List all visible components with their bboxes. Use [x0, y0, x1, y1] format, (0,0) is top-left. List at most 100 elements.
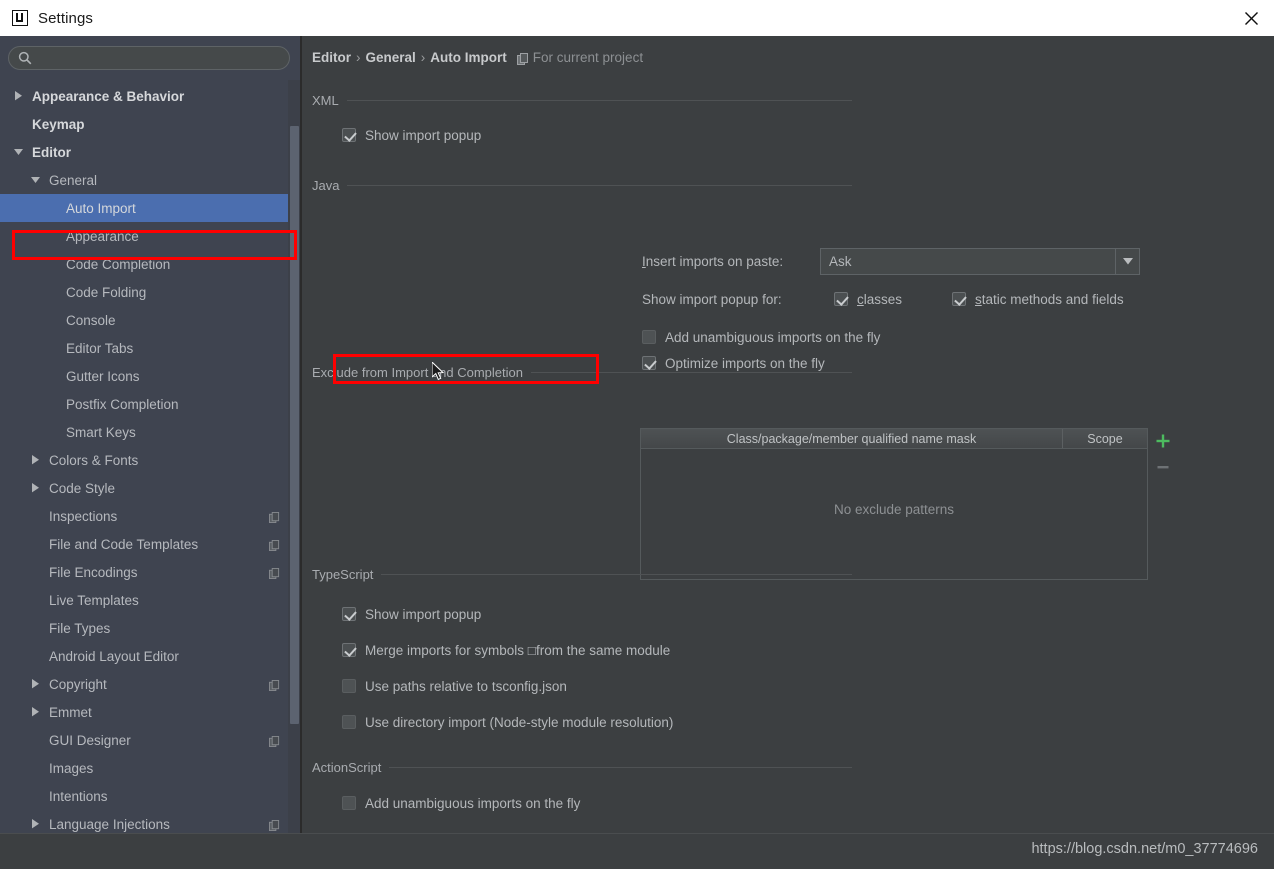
ts-merge-imports-checkbox[interactable] — [342, 643, 356, 657]
chevron-right-icon[interactable] — [31, 819, 41, 829]
sidebar-item-gui-designer[interactable]: GUI Designer — [0, 726, 294, 754]
window-title: Settings — [38, 9, 93, 27]
java-popup-static-row[interactable]: static methods and fields — [952, 288, 1124, 310]
chevron-right-icon[interactable] — [31, 679, 41, 689]
sidebar-item-inspections[interactable]: Inspections — [0, 502, 294, 530]
breadcrumb-item-editor[interactable]: Editor — [312, 50, 351, 65]
ts-directory-import-row[interactable]: Use directory import (Node-style module … — [342, 704, 852, 740]
sidebar-item-code-completion[interactable]: Code Completion — [0, 250, 294, 278]
column-header-scope[interactable]: Scope — [1063, 429, 1147, 448]
sidebar-item-file-types[interactable]: File Types — [0, 614, 294, 642]
sidebar-item-live-templates[interactable]: Live Templates — [0, 586, 294, 614]
as-add-unambiguous-checkbox[interactable] — [342, 796, 356, 810]
sidebar-item-android-layout-editor[interactable]: Android Layout Editor — [0, 642, 294, 670]
sidebar-item-editor-tabs[interactable]: Editor Tabs — [0, 334, 294, 362]
search-input[interactable] — [8, 46, 290, 70]
footer-bar: https://blog.csdn.net/m0_37774696 — [0, 833, 1274, 869]
sidebar-item-console[interactable]: Console — [0, 306, 294, 334]
minus-icon[interactable] — [1152, 456, 1174, 478]
watermark-text: https://blog.csdn.net/m0_37774696 — [1031, 841, 1258, 857]
sidebar-item-code-folding[interactable]: Code Folding — [0, 278, 294, 306]
java-add-unambiguous-checkbox[interactable] — [642, 330, 656, 344]
sidebar-item-emmet[interactable]: Emmet — [0, 698, 294, 726]
sidebar-item-label: Live Templates — [49, 592, 139, 608]
search-box[interactable] — [8, 46, 290, 70]
section-exclude-header: Exclude from Import and Completion — [312, 364, 852, 380]
sidebar-item-label: Editor Tabs — [66, 340, 134, 356]
sidebar-item-copyright[interactable]: Copyright — [0, 670, 294, 698]
ts-paths-relative-checkbox[interactable] — [342, 679, 356, 693]
mnemonic-letter: c — [857, 291, 864, 307]
close-icon[interactable] — [1228, 0, 1274, 36]
section-exclude-title: Exclude from Import and Completion — [312, 364, 523, 380]
sidebar-item-auto-import[interactable]: Auto Import — [0, 194, 294, 222]
ts-merge-imports-label: Merge imports for symbols □from the same… — [365, 642, 671, 658]
sidebar-item-gutter-icons[interactable]: Gutter Icons — [0, 362, 294, 390]
section-xml-options: Show import popup — [342, 124, 852, 146]
ts-directory-import-checkbox[interactable] — [342, 715, 356, 729]
copy-project-scope-icon — [269, 679, 280, 691]
xml-show-import-popup-checkbox[interactable] — [342, 128, 356, 142]
sidebar-item-label: Editor — [32, 144, 71, 160]
ts-show-import-popup-row[interactable]: Show import popup — [342, 596, 852, 632]
table-body: No exclude patterns — [641, 449, 1147, 579]
insert-imports-on-paste-select[interactable]: Ask — [820, 248, 1140, 275]
java-popup-static-checkbox[interactable] — [952, 292, 966, 306]
java-popup-classes-row[interactable]: classes — [834, 288, 952, 310]
breadcrumb-item-general[interactable]: General — [366, 50, 416, 65]
sidebar-item-label: Keymap — [32, 116, 85, 132]
java-add-unambiguous-row[interactable]: Add unambiguous imports on the fly — [642, 324, 880, 350]
sidebar-item-file-and-code-templates[interactable]: File and Code Templates — [0, 530, 294, 558]
sidebar-item-general[interactable]: General — [0, 166, 294, 194]
sidebar-item-colors-fonts[interactable]: Colors & Fonts — [0, 446, 294, 474]
insert-imports-on-paste-label: Insert imports on paste: — [642, 254, 820, 269]
ts-merge-imports-row[interactable]: Merge imports for symbols □from the same… — [342, 632, 852, 668]
ts-show-import-popup-checkbox[interactable] — [342, 607, 356, 621]
sidebar-item-appearance-behavior[interactable]: Appearance & Behavior — [0, 82, 294, 110]
mnemonic-letter: s — [975, 291, 982, 307]
sidebar-scrollbar-track[interactable] — [288, 80, 300, 833]
chevron-right-icon[interactable] — [31, 455, 41, 465]
ts-paths-relative-row[interactable]: Use paths relative to tsconfig.json — [342, 668, 852, 704]
column-header-name-mask[interactable]: Class/package/member qualified name mask — [641, 429, 1063, 448]
java-add-unambiguous-label: Add unambiguous imports on the fly — [665, 329, 881, 345]
section-actionscript-title: ActionScript — [312, 759, 382, 775]
chevron-right-icon[interactable] — [31, 707, 41, 717]
sidebar-item-label: Intentions — [49, 788, 108, 804]
sidebar-item-smart-keys[interactable]: Smart Keys — [0, 418, 294, 446]
sidebar-scrollbar-thumb[interactable] — [290, 126, 299, 724]
chevron-down-icon[interactable] — [14, 147, 24, 157]
sidebar-item-label: Gutter Icons — [66, 368, 140, 384]
show-import-popup-for-label: Show import popup for: — [642, 291, 782, 307]
sidebar-item-intentions[interactable]: Intentions — [0, 782, 294, 810]
dialog-content: Appearance & Behavior Keymap Editor General… — [0, 36, 1274, 869]
intellij-idea-logo-icon — [12, 10, 28, 26]
exclude-patterns-table[interactable]: Class/package/member qualified name mask… — [640, 428, 1148, 580]
sidebar-item-code-style[interactable]: Code Style — [0, 474, 294, 502]
ts-directory-import-label: Use directory import (Node-style module … — [365, 714, 674, 730]
chevron-right-icon[interactable] — [14, 91, 24, 101]
breadcrumb-item-auto-import: Auto Import — [430, 50, 507, 65]
plus-icon[interactable] — [1152, 430, 1174, 452]
xml-show-import-popup-row[interactable]: Show import popup — [342, 124, 852, 146]
java-popup-static-label-rest: tatic methods and fields — [981, 291, 1124, 307]
sidebar-item-editor[interactable]: Editor — [0, 138, 294, 166]
tree-items-container: Appearance & Behavior Keymap Editor General… — [0, 82, 294, 833]
sidebar-item-file-encodings[interactable]: File Encodings — [0, 558, 294, 586]
chevron-down-icon[interactable] — [31, 175, 41, 185]
as-add-unambiguous-row[interactable]: Add unambiguous imports on the fly — [342, 792, 852, 814]
sidebar-item-language-injections[interactable]: Language Injections — [0, 810, 294, 833]
sidebar-item-keymap[interactable]: Keymap — [0, 110, 294, 138]
xml-show-import-popup-label: Show import popup — [365, 127, 482, 143]
sidebar-item-postfix-completion[interactable]: Postfix Completion — [0, 390, 294, 418]
sidebar-item-label: Android Layout Editor — [49, 648, 179, 664]
chevron-down-icon[interactable] — [1115, 249, 1139, 274]
sidebar-item-label: File and Code Templates — [49, 536, 199, 552]
sidebar-item-images[interactable]: Images — [0, 754, 294, 782]
sidebar-item-appearance[interactable]: Appearance — [0, 222, 294, 250]
java-popup-classes-checkbox[interactable] — [834, 292, 848, 306]
window-title-bar: Settings — [0, 0, 1274, 36]
empty-state-text: No exclude patterns — [833, 502, 955, 517]
sidebar-item-label: Auto Import — [66, 200, 136, 216]
chevron-right-icon[interactable] — [31, 483, 41, 493]
